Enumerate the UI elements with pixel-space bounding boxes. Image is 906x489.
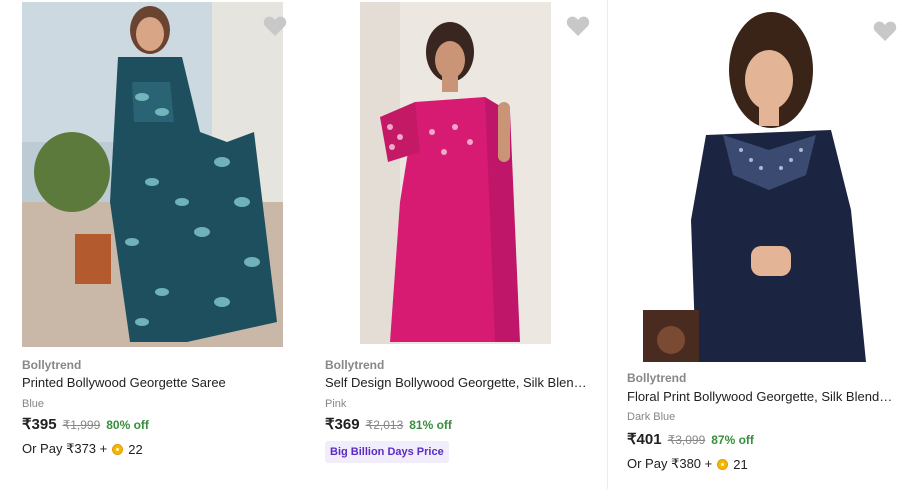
product-image[interactable]: [360, 2, 551, 344]
original-price: ₹1,999: [62, 418, 101, 432]
discount-percent: 81% off: [409, 418, 452, 432]
discount-percent: 87% off: [711, 433, 754, 447]
product-color: Dark Blue: [627, 411, 676, 423]
pay-with-coins-text: Or Pay ₹373 +: [22, 441, 108, 456]
supercoin-icon: [112, 443, 124, 455]
selling-price: ₹401: [627, 431, 662, 448]
supercoin-offer: Or Pay ₹380 + 21: [627, 456, 748, 472]
product-title[interactable]: Printed Bollywood Georgette Saree: [22, 375, 287, 390]
product-card[interactable]: Bollytrend Self Design Bollywood Georget…: [303, 0, 606, 489]
product-image[interactable]: [22, 2, 283, 347]
price-row: ₹395 ₹1,999 80% off: [22, 415, 149, 433]
price-row: ₹369 ₹2,013 81% off: [325, 415, 452, 433]
product-brand: Bollytrend: [325, 358, 385, 372]
product-brand: Bollytrend: [627, 371, 687, 385]
product-card[interactable]: Bollytrend Floral Print Bollywood George…: [607, 0, 906, 489]
price-row: ₹401 ₹3,099 87% off: [627, 430, 754, 448]
discount-percent: 80% off: [106, 418, 149, 432]
coin-count: 21: [733, 456, 748, 472]
original-price: ₹2,013: [365, 418, 404, 432]
product-image[interactable]: [641, 10, 874, 362]
supercoin-offer: Or Pay ₹373 + 22: [22, 441, 143, 457]
product-brand: Bollytrend: [22, 358, 82, 372]
original-price: ₹3,099: [667, 433, 706, 447]
product-card[interactable]: Bollytrend Printed Bollywood Georgette S…: [0, 0, 303, 489]
pay-with-coins-text: Or Pay ₹380 +: [627, 456, 713, 471]
product-color: Pink: [325, 398, 347, 410]
coin-count: 22: [128, 441, 143, 457]
product-title[interactable]: Floral Print Bollywood Georgette, Silk B…: [627, 389, 895, 404]
product-color: Blue: [22, 398, 45, 410]
wishlist-heart-icon[interactable]: [873, 20, 897, 42]
big-billion-days-badge: Big Billion Days Price: [325, 441, 449, 463]
selling-price: ₹369: [325, 416, 360, 433]
wishlist-heart-icon[interactable]: [566, 15, 590, 37]
selling-price: ₹395: [22, 416, 57, 433]
wishlist-heart-icon[interactable]: [263, 15, 287, 37]
product-title[interactable]: Self Design Bollywood Georgette, Silk Bl…: [325, 375, 590, 390]
supercoin-icon: [717, 458, 729, 470]
